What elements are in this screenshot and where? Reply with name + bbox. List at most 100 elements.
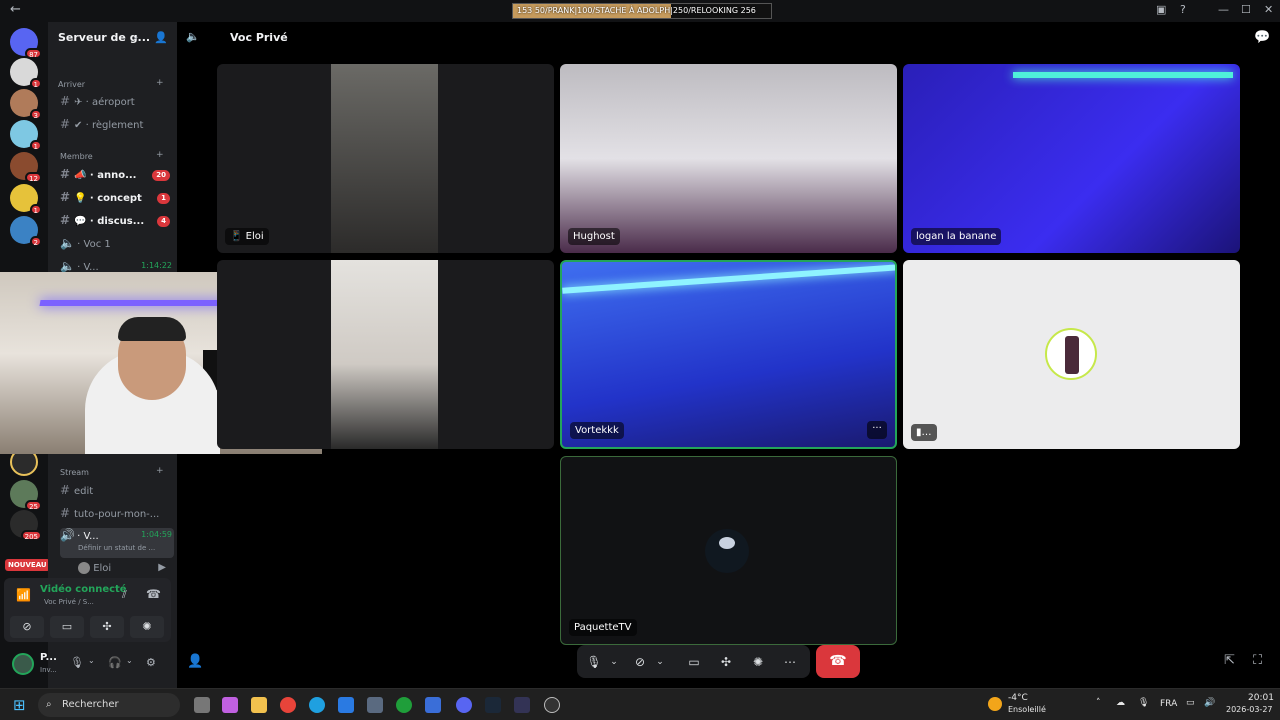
mention-badge: 1: [157, 193, 170, 204]
add-channel-icon[interactable]: +: [156, 78, 164, 88]
copilot-icon[interactable]: [222, 697, 238, 713]
hash-icon: #: [60, 94, 71, 108]
chevron-down-icon[interactable]: ⌄: [88, 656, 95, 665]
clock-time[interactable]: 20:01: [1248, 693, 1274, 703]
steam-icon[interactable]: [485, 697, 501, 713]
voice-status[interactable]: Vidéo connecté: [40, 584, 127, 595]
server-icon[interactable]: 1: [10, 120, 42, 151]
mail-icon[interactable]: [338, 697, 354, 713]
voice-channel-active[interactable]: 🔊 · V... 1:04:59 Définir un statut de ..…: [60, 528, 174, 558]
minimize-icon[interactable]: —: [1218, 3, 1229, 16]
video-tile[interactable]: logan la banane: [903, 64, 1240, 253]
add-channel-icon[interactable]: +: [156, 150, 164, 160]
fullscreen-icon[interactable]: ⛶: [1253, 653, 1262, 668]
soundboard-icon[interactable]: ✺: [747, 651, 769, 673]
direct-messages-icon[interactable]: 87: [10, 28, 42, 59]
server-icon[interactable]: 12: [10, 152, 42, 183]
activities-icon[interactable]: ✣: [715, 651, 737, 673]
microphone-icon[interactable]: 🎙: [583, 651, 605, 673]
chrome-icon[interactable]: [280, 697, 296, 713]
voice-status-text[interactable]: Définir un statut de ...: [78, 544, 155, 552]
back-arrow-icon[interactable]: ←: [10, 2, 21, 17]
soundboard-button[interactable]: ✺: [130, 616, 164, 638]
camera-off-button[interactable]: ⊘: [10, 616, 44, 638]
discord-icon[interactable]: [456, 697, 472, 713]
close-icon[interactable]: ✕: [1264, 3, 1273, 16]
channel-emoji: 💡: [74, 193, 87, 204]
weather-desc[interactable]: Ensoleillé: [1008, 705, 1046, 714]
server-icon[interactable]: 3: [10, 89, 42, 120]
invite-icon[interactable]: 👤: [187, 654, 203, 669]
task-view-icon[interactable]: [194, 697, 210, 713]
clock-date[interactable]: 2026-03-27: [1226, 705, 1273, 714]
server-icon[interactable]: 2: [10, 216, 42, 247]
chevron-down-icon[interactable]: ⌄: [132, 32, 140, 42]
screen-share-icon[interactable]: ▭: [683, 651, 705, 673]
category-arriver[interactable]: Arriver: [58, 80, 85, 89]
weather-temp[interactable]: -4°C: [1008, 693, 1028, 703]
taskbar-search[interactable]: ⌕ Rechercher: [38, 693, 180, 717]
edge-icon[interactable]: [309, 697, 325, 713]
video-tile[interactable]: 📱 Eloi: [217, 64, 554, 253]
category-membre[interactable]: Membre: [60, 152, 93, 161]
video-tile[interactable]: Hughost: [560, 64, 897, 253]
server-icon[interactable]: 25: [10, 480, 42, 511]
video-tile-speaking[interactable]: Vortekkk ···: [560, 260, 897, 449]
popout-icon[interactable]: ⇱: [1224, 653, 1235, 668]
noise-suppression-icon[interactable]: ⫽: [122, 588, 127, 602]
screen-share-button[interactable]: ▭: [50, 616, 84, 638]
hang-up-button[interactable]: ☎: [816, 645, 860, 678]
avatar[interactable]: [12, 653, 34, 675]
server-badge: 1: [29, 78, 42, 89]
chevron-down-icon[interactable]: ⌄: [126, 656, 133, 665]
camera-off-icon[interactable]: ⊘: [629, 651, 651, 673]
more-icon[interactable]: ⋯: [779, 651, 801, 673]
microphone-icon[interactable]: 🎙: [1138, 698, 1149, 708]
volume-icon[interactable]: 🔊: [1204, 698, 1215, 708]
help-icon[interactable]: ?: [1180, 3, 1186, 16]
channel-aeroport[interactable]: # ✈ · aéroport: [60, 94, 174, 114]
signal-icon[interactable]: 📶: [16, 588, 31, 602]
category-stream[interactable]: Stream: [60, 468, 89, 477]
avatar-tile[interactable]: ▮…: [903, 260, 1240, 449]
disconnect-icon[interactable]: ☎: [146, 587, 161, 601]
maximize-icon[interactable]: ☐: [1241, 3, 1251, 16]
headphones-icon[interactable]: 🎧: [108, 656, 122, 669]
voice-channel-voc1[interactable]: 🔈 · Voc 1: [60, 236, 174, 256]
more-options-button[interactable]: ···: [867, 421, 887, 439]
chevron-down-icon[interactable]: ⌄: [649, 651, 671, 673]
channel-edit[interactable]: # edit: [60, 483, 174, 503]
add-channel-icon[interactable]: +: [156, 466, 164, 476]
channel-concept[interactable]: # 💡 · concept 1: [60, 190, 174, 210]
obs-icon[interactable]: [544, 697, 560, 713]
cloud-icon[interactable]: ☁: [1116, 698, 1125, 708]
video-tile[interactable]: [217, 260, 554, 449]
chevron-up-icon[interactable]: ˄: [1096, 698, 1101, 708]
activities-button[interactable]: ✣: [90, 616, 124, 638]
user-panel: P... Inv... 🎙 ⌄ 🎧 ⌄ ⚙: [4, 648, 171, 680]
channel-tuto[interactable]: # tuto-pour-mon-...: [60, 506, 174, 526]
xbox-icon[interactable]: [396, 697, 412, 713]
microphone-icon[interactable]: 🎙: [70, 656, 84, 669]
server-icon[interactable]: 205: [10, 510, 42, 541]
chevron-down-icon[interactable]: ⌄: [603, 651, 625, 673]
avatar-tile[interactable]: PaquetteTV: [560, 456, 897, 645]
store-icon[interactable]: [425, 697, 441, 713]
settings-icon[interactable]: [367, 697, 383, 713]
server-icon[interactable]: 1: [10, 184, 42, 215]
settings-gear-icon[interactable]: ⚙: [146, 656, 156, 669]
language-indicator[interactable]: FRA: [1160, 699, 1177, 709]
channel-reglement[interactable]: # ✔ · règlement: [60, 117, 174, 137]
windows-start-icon[interactable]: ⊞: [13, 696, 26, 714]
chat-bubble-icon[interactable]: 💬: [1254, 30, 1270, 45]
channel-discussion[interactable]: # 💬 · discus... 4: [60, 213, 174, 233]
add-member-icon[interactable]: 👤: [154, 31, 168, 44]
server-icon[interactable]: 1: [10, 58, 42, 89]
inbox-icon[interactable]: ▣: [1156, 3, 1166, 16]
file-explorer-icon[interactable]: [251, 697, 267, 713]
voice-channel-path[interactable]: Voc Privé / S...: [44, 598, 94, 606]
network-icon[interactable]: ▭: [1186, 698, 1195, 708]
app-icon[interactable]: [514, 697, 530, 713]
username[interactable]: P...: [40, 652, 57, 663]
channel-annonces[interactable]: # 📣 · anno... 20: [60, 167, 174, 187]
